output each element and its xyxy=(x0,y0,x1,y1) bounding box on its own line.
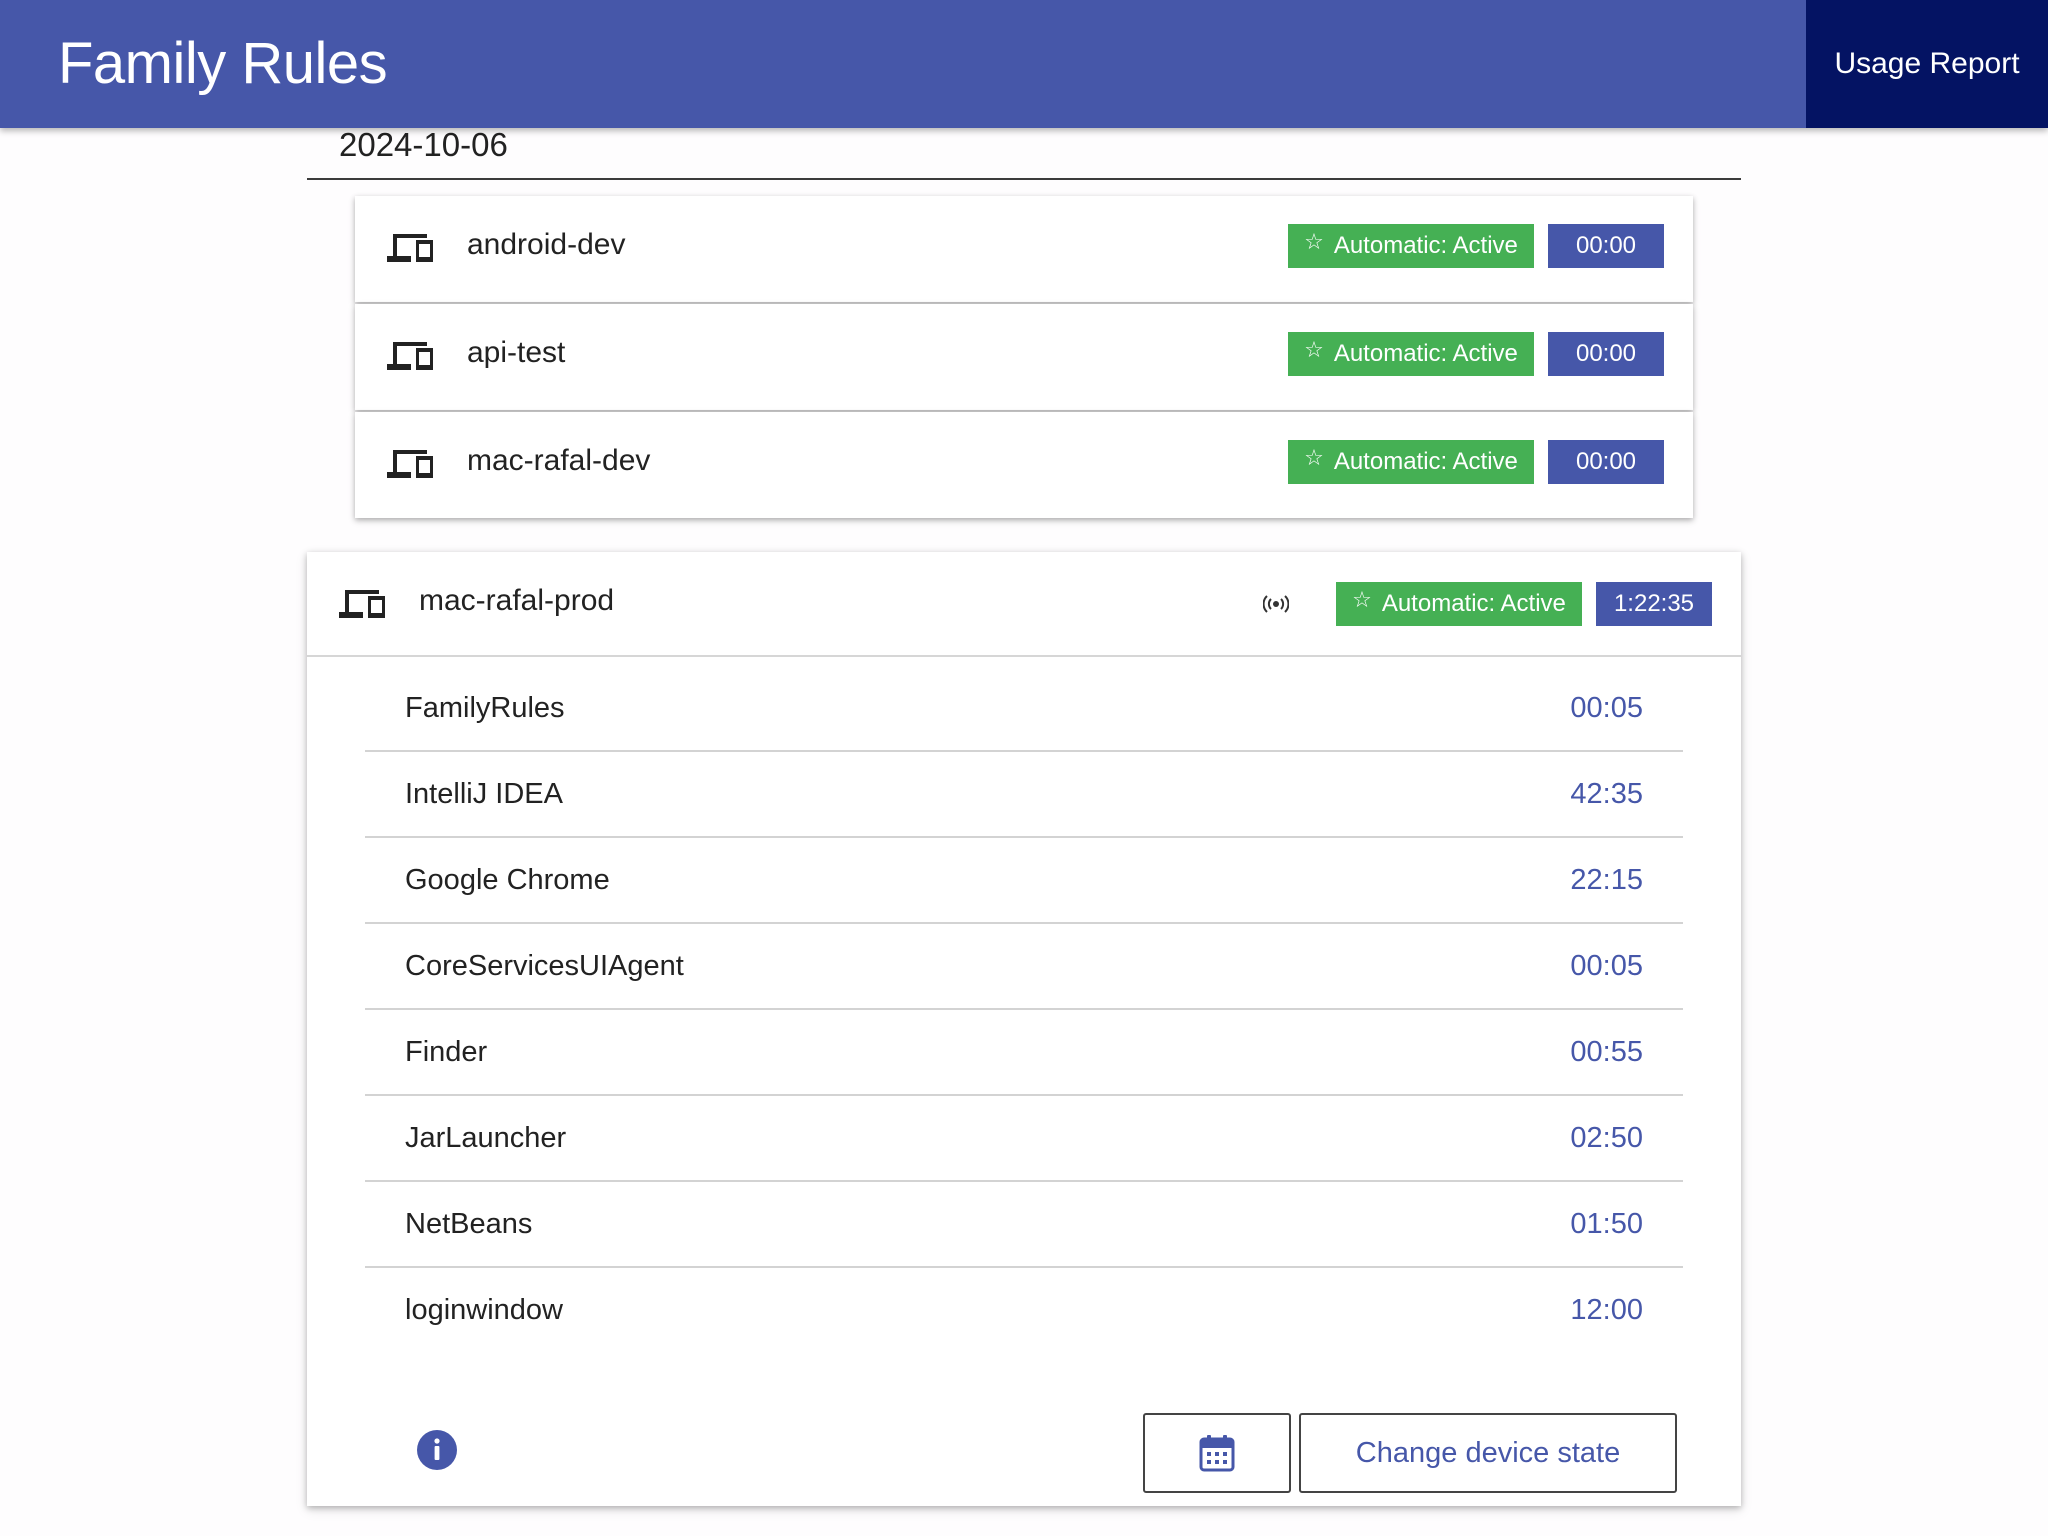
app-usage-row: NetBeans 01:50 xyxy=(365,1182,1683,1268)
app-usage-row: Finder 00:55 xyxy=(365,1010,1683,1096)
device-panel-header[interactable]: mac-rafal-prod ☆ Automatic: Active 1:22:… xyxy=(307,552,1741,657)
calendar-button[interactable] xyxy=(1143,1413,1291,1493)
status-badge[interactable]: ☆ Automatic: Active xyxy=(1288,224,1534,268)
device-name: api-test xyxy=(467,336,566,369)
date-label: 2024-10-06 xyxy=(339,126,508,163)
device-card-api-test[interactable]: api-test ☆ Automatic: Active 00:00 xyxy=(355,304,1693,410)
star-outline-icon: ☆ xyxy=(1304,337,1324,362)
screen-time-badge: 00:00 xyxy=(1548,440,1664,484)
app-name: Finder xyxy=(405,1036,488,1068)
change-device-state-button[interactable]: Change device state xyxy=(1299,1413,1677,1493)
app-name: JarLauncher xyxy=(405,1122,567,1154)
app-usage-row: FamilyRules 00:05 xyxy=(365,666,1683,752)
screen-time-badge: 00:00 xyxy=(1548,224,1664,268)
app-bar: Family Rules Usage Report xyxy=(0,0,2048,128)
devices-icon xyxy=(387,450,433,478)
star-outline-icon: ☆ xyxy=(1304,229,1324,254)
status-badge-label: Automatic: Active xyxy=(1333,340,1518,367)
screen-time-badge: 1:22:35 xyxy=(1596,582,1712,626)
app-time: 00:05 xyxy=(1570,950,1643,982)
status-badge-label: Automatic: Active xyxy=(1381,590,1566,617)
app-name: IntelliJ IDEA xyxy=(405,778,563,810)
star-outline-icon: ☆ xyxy=(1304,445,1324,470)
star-outline-icon: ☆ xyxy=(1352,587,1372,612)
app-time: 42:35 xyxy=(1570,778,1643,810)
app-time: 12:00 xyxy=(1570,1294,1643,1326)
app-name: NetBeans xyxy=(405,1208,533,1240)
app-usage-row: Google Chrome 22:15 xyxy=(365,838,1683,924)
status-badge-label: Automatic: Active xyxy=(1333,232,1518,259)
status-badge[interactable]: ☆ Automatic: Active xyxy=(1288,332,1534,376)
devices-icon xyxy=(339,590,385,618)
app-usage-row: IntelliJ IDEA 42:35 xyxy=(365,752,1683,838)
status-badge[interactable]: ☆ Automatic: Active xyxy=(1288,440,1534,484)
app-usage-row: JarLauncher 02:50 xyxy=(365,1096,1683,1182)
app-time: 01:50 xyxy=(1570,1208,1643,1240)
app-name: Google Chrome xyxy=(405,864,610,896)
app-time: 22:15 xyxy=(1570,864,1643,896)
device-name: mac-rafal-dev xyxy=(467,444,651,477)
status-badge-label: Automatic: Active xyxy=(1333,448,1518,475)
device-name: android-dev xyxy=(467,228,626,261)
device-card-mac-rafal-dev[interactable]: mac-rafal-dev ☆ Automatic: Active 00:00 xyxy=(355,412,1693,518)
app-time: 00:55 xyxy=(1570,1036,1643,1068)
info-icon[interactable] xyxy=(417,1430,457,1470)
app-name: loginwindow xyxy=(405,1294,563,1326)
app-time: 02:50 xyxy=(1570,1122,1643,1154)
devices-icon xyxy=(387,234,433,262)
app-name: FamilyRules xyxy=(405,692,565,724)
app-usage-row: loginwindow 12:00 xyxy=(365,1268,1683,1354)
app-name: CoreServicesUIAgent xyxy=(405,950,684,982)
app-time: 00:05 xyxy=(1570,692,1643,724)
screen-time-badge: 00:00 xyxy=(1548,332,1664,376)
calendar-icon xyxy=(1199,1435,1235,1472)
app-usage-row: CoreServicesUIAgent 00:05 xyxy=(365,924,1683,1010)
device-name: mac-rafal-prod xyxy=(419,584,615,617)
signal-broadcast-icon xyxy=(1263,595,1289,613)
device-panel-mac-rafal-prod: mac-rafal-prod ☆ Automatic: Active 1:22:… xyxy=(307,552,1741,1506)
usage-report-link[interactable]: Usage Report xyxy=(1806,0,2048,128)
status-badge[interactable]: ☆ Automatic: Active xyxy=(1336,582,1582,626)
device-card-android-dev[interactable]: android-dev ☆ Automatic: Active 00:00 xyxy=(355,196,1693,302)
devices-icon xyxy=(387,342,433,370)
app-title: Family Rules xyxy=(58,31,388,96)
